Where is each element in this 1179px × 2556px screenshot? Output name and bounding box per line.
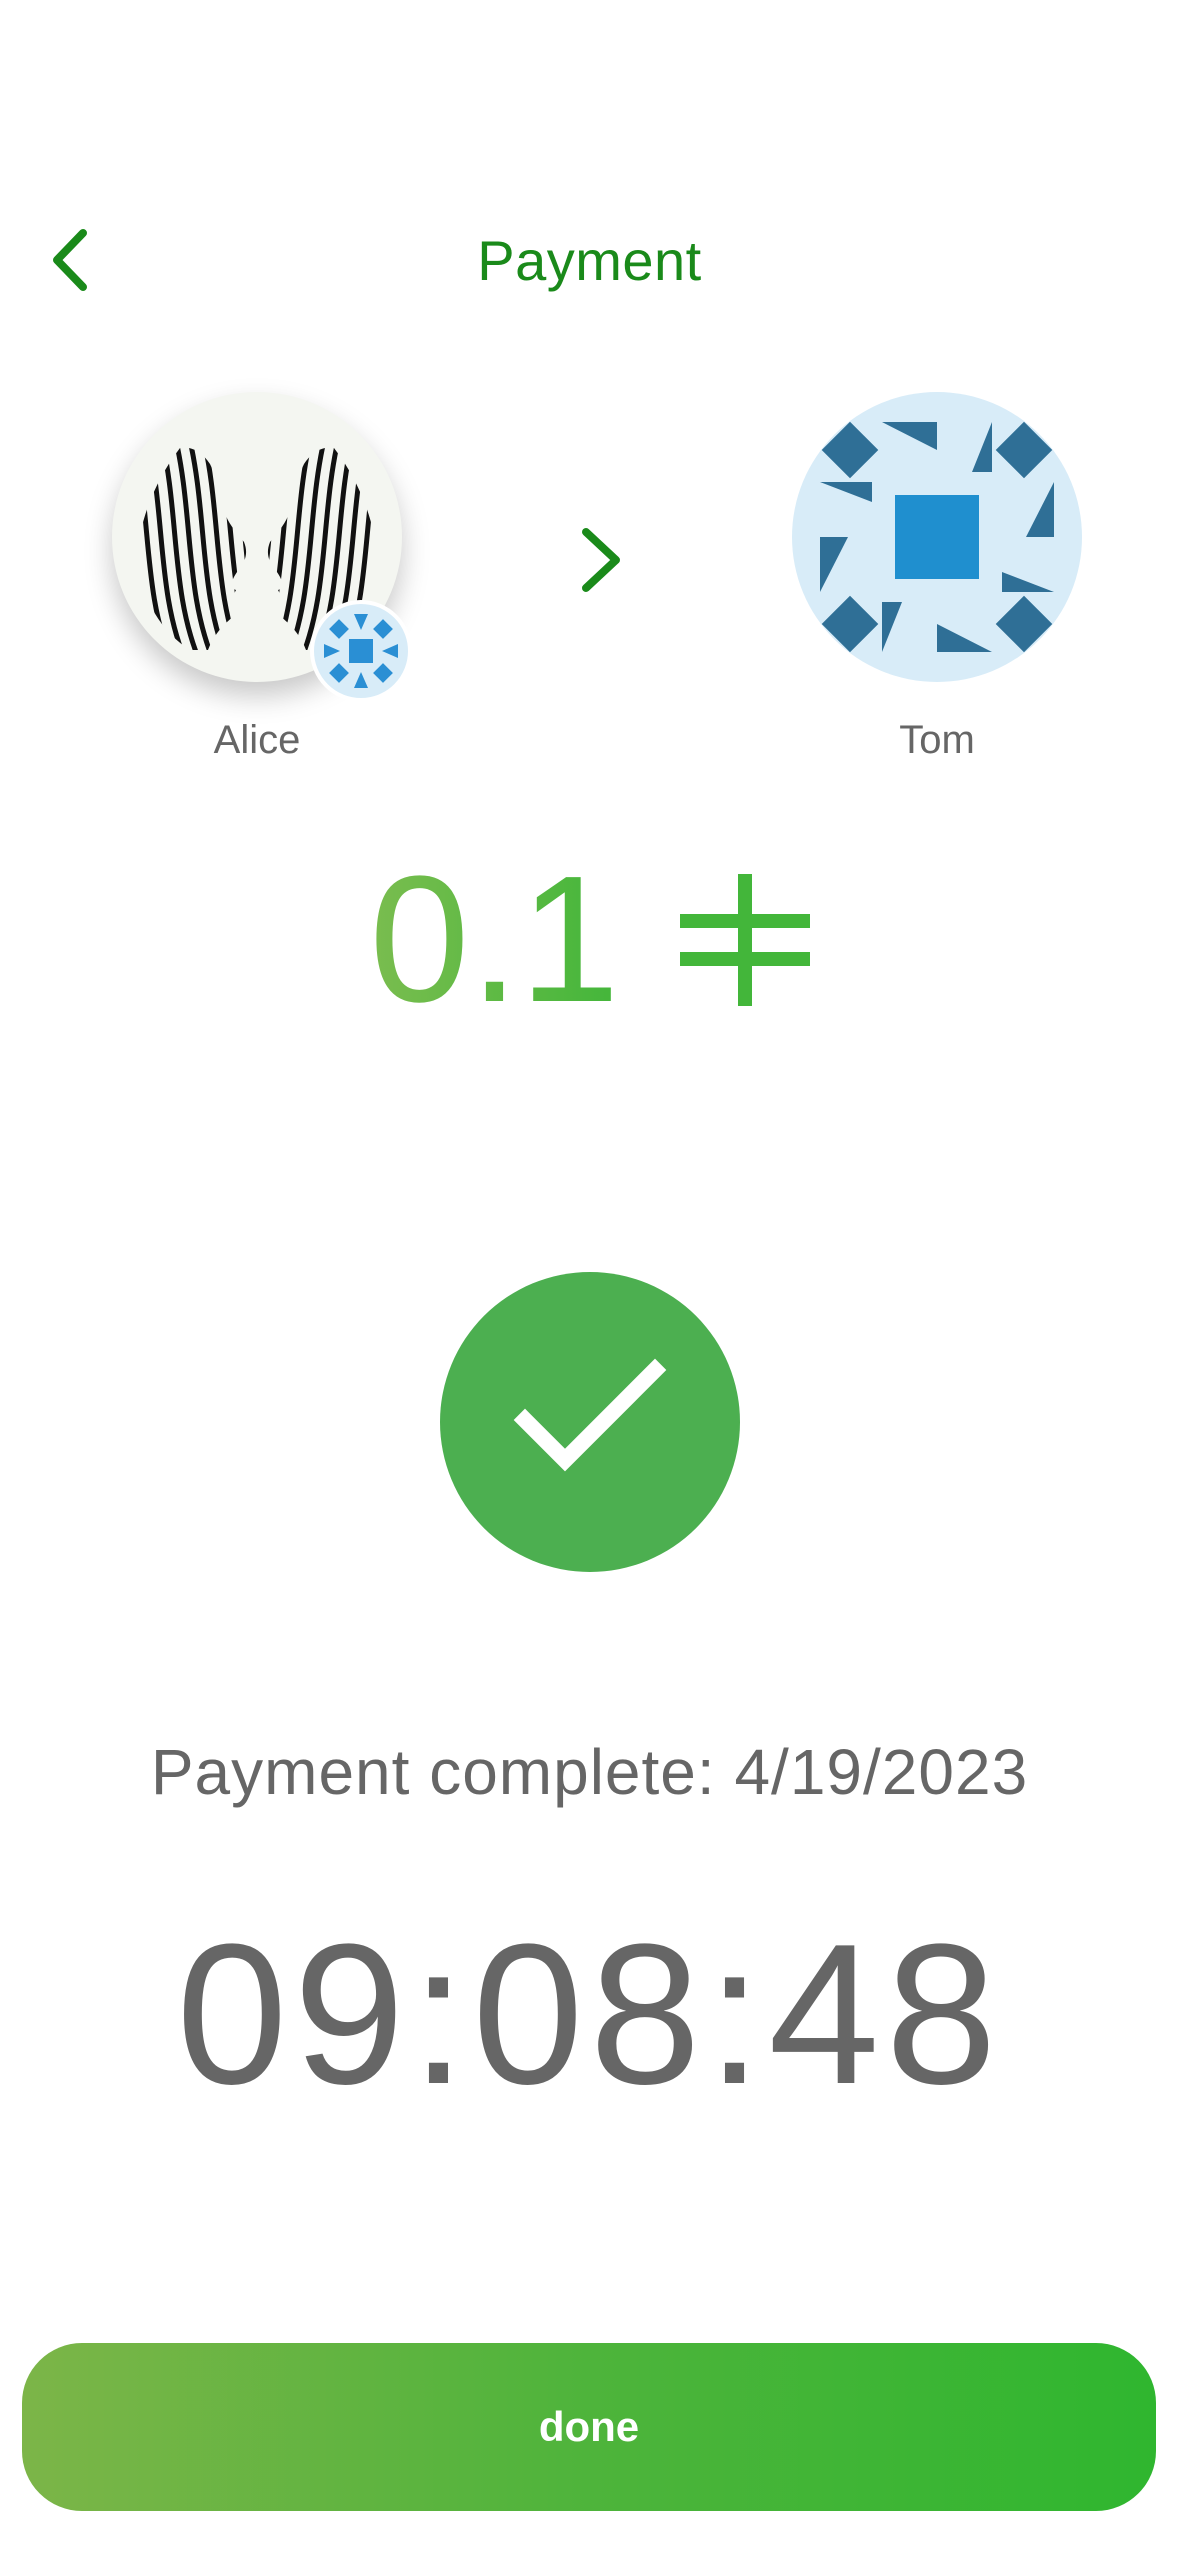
recipient-avatar[interactable] — [792, 392, 1082, 682]
blue-geometric-badge — [324, 614, 398, 688]
sender-avatar[interactable] — [112, 392, 412, 702]
amount-value: 0.1 — [369, 839, 620, 1040]
chevron-right-icon — [582, 528, 620, 592]
payment-amount: 0.1 — [0, 850, 1179, 1030]
recipient-name: Tom — [899, 718, 975, 762]
sender-badge — [310, 600, 412, 702]
checkmark-circle-icon — [513, 1358, 667, 1472]
page-title: Payment — [477, 229, 702, 292]
currency-symbol-icon — [679, 874, 810, 1006]
status-text: Payment complete: 4/19/2023 — [150, 1736, 1029, 1808]
payment-time: 09:08:48 — [176, 1903, 1003, 2126]
done-button-label: done — [538, 2403, 640, 2450]
sender-name: Alice — [213, 718, 301, 762]
done-button[interactable]: done — [22, 2343, 1156, 2511]
recipient: Tom — [792, 392, 1082, 763]
success-indicator — [440, 1272, 740, 1572]
sender: Alice — [112, 392, 412, 763]
blue-geometric-pattern-avatar — [820, 421, 1054, 653]
header: Payment — [0, 200, 1179, 320]
